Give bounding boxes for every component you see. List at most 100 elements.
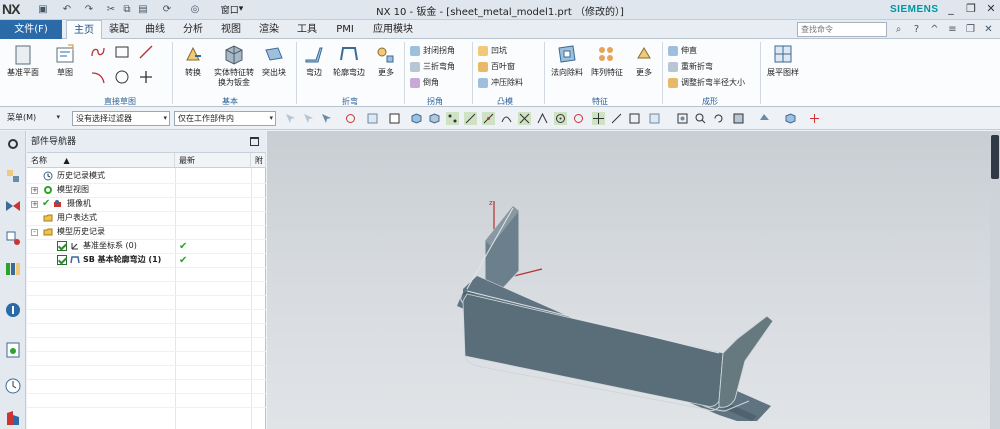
feature-more-button[interactable]: 更多 [630, 42, 658, 78]
tree-row-cameras[interactable]: + ✔ 摄像机 [27, 197, 266, 211]
assembly-navigator-icon[interactable] [4, 167, 22, 185]
display-mode-icon[interactable] [784, 112, 797, 125]
tree-row-model-history[interactable]: - 模型历史记录 [27, 225, 266, 239]
tab-render[interactable]: 渲染 [254, 20, 284, 39]
tree-row-contour-flange[interactable]: SB 基本轮廓弯边 (1) ✔ [27, 253, 266, 267]
sheet-metal-part[interactable]: z [267, 131, 990, 429]
resize-bend-radius-button[interactable]: 调整折弯半径大小 [668, 76, 745, 89]
edit-section-icon[interactable] [808, 112, 821, 125]
select-sheet-icon[interactable] [428, 112, 441, 125]
orient-view-icon[interactable] [732, 112, 745, 125]
select-feature-icon[interactable] [284, 112, 297, 125]
tree-row-history-mode[interactable]: 历史记录模式 [27, 169, 266, 183]
restore-button[interactable]: ❐ [964, 2, 978, 16]
help-icon[interactable]: ? [910, 23, 923, 36]
tree-row-datum-csys[interactable]: 基准坐标系 (0) ✔ [27, 239, 266, 253]
rotate-icon[interactable] [712, 112, 725, 125]
column-attached[interactable]: 附 [251, 153, 266, 168]
roles-icon[interactable] [4, 409, 22, 427]
drawn-cutout-button[interactable]: 冲压除料 [478, 76, 523, 89]
normal-cutout-button[interactable]: 法向除料 [548, 42, 586, 78]
tab-feature-button[interactable]: 突出块 [258, 42, 290, 78]
column-latest[interactable]: 最新 [175, 153, 251, 168]
select-body-icon[interactable] [388, 112, 401, 125]
line-icon[interactable] [138, 44, 154, 60]
menu-button[interactable]: 菜单(M) ▾ [4, 111, 62, 126]
contour-flange-button[interactable]: 轮廓弯边 [330, 42, 368, 78]
resize-grip[interactable] [991, 135, 999, 179]
collapse-ribbon-icon[interactable]: ^ [928, 23, 941, 36]
control-point-icon[interactable] [500, 112, 513, 125]
expand-toggle[interactable]: + [31, 201, 38, 208]
visible-check-icon[interactable]: ✔ [42, 197, 50, 211]
unbend-button[interactable]: 伸直 [668, 44, 697, 57]
fit-view-icon[interactable] [676, 112, 689, 125]
tab-curve[interactable]: 曲线 [140, 20, 170, 39]
file-menu[interactable]: 文件(F) [0, 20, 62, 39]
convert-button[interactable]: 转换 [178, 42, 208, 78]
three-bend-corner-button[interactable]: 三折弯角 [410, 60, 455, 73]
rectangle-icon[interactable] [114, 44, 130, 60]
type-filter-dropdown[interactable]: 没有选择过滤器 ▾ [72, 111, 170, 126]
collapse-toggle[interactable]: - [31, 229, 38, 236]
tree-row-model-views[interactable]: + 模型视图 [27, 183, 266, 197]
tab-analysis[interactable]: 分析 [178, 20, 208, 39]
louver-button[interactable]: 百叶窗 [478, 60, 515, 73]
existing-point-icon[interactable] [592, 112, 605, 125]
part-navigator-icon[interactable] [4, 229, 22, 247]
web-browser-icon[interactable] [4, 341, 22, 359]
feature-checkbox[interactable] [57, 255, 67, 265]
select-faces-icon[interactable] [366, 112, 379, 125]
rebend-button[interactable]: 重新折弯 [668, 60, 713, 73]
tab-view[interactable]: 视图 [216, 20, 246, 39]
settings-gear-icon[interactable] [4, 135, 22, 153]
tab-home[interactable]: 主页 [66, 20, 102, 40]
arc-center-icon[interactable] [536, 112, 549, 125]
feature-checkbox[interactable] [57, 241, 67, 251]
reuse-library-icon[interactable] [4, 259, 22, 277]
ribbon-options-icon[interactable]: ≡ [946, 23, 959, 36]
column-name[interactable]: 名称 ▲ [27, 153, 175, 168]
selection-scope-dropdown[interactable]: 仅在工作部件内 ▾ [174, 111, 276, 126]
deselect-icon[interactable] [302, 112, 315, 125]
tab-applications[interactable]: 应用模块 [368, 20, 418, 39]
doc-restore-icon[interactable]: ❐ [964, 23, 977, 36]
constraint-navigator-icon[interactable] [4, 197, 22, 215]
pattern-feature-button[interactable]: 阵列特征 [588, 42, 626, 78]
minimize-button[interactable]: _ [944, 2, 958, 16]
datum-plane-button[interactable]: 基准平面 [4, 42, 42, 78]
general-select-icon[interactable] [320, 112, 333, 125]
end-point-icon[interactable] [464, 112, 477, 125]
tab-pmi[interactable]: PMI [330, 20, 360, 39]
hd3d-tools-icon[interactable] [4, 301, 22, 319]
quadrant-icon[interactable] [572, 112, 585, 125]
tab-tools[interactable]: 工具 [292, 20, 322, 39]
graphics-window[interactable]: z [267, 131, 990, 429]
doc-close-icon[interactable]: ✕ [982, 23, 995, 36]
snap-point-icon[interactable] [344, 112, 357, 125]
snap-enable-icon[interactable] [446, 112, 459, 125]
point-icon[interactable] [138, 69, 154, 85]
point-on-face-icon[interactable] [628, 112, 641, 125]
arc-icon[interactable] [90, 69, 106, 85]
flange-button[interactable]: 弯边 [300, 42, 328, 78]
maximize-navigator-icon[interactable] [250, 137, 259, 146]
history-icon[interactable] [4, 377, 22, 395]
profile-icon[interactable] [90, 44, 106, 60]
command-finder-input[interactable] [797, 22, 887, 37]
bounded-grid-icon[interactable] [648, 112, 661, 125]
command-finder-search-icon[interactable]: ⌕ [892, 23, 905, 36]
close-button[interactable]: ✕ [984, 2, 998, 16]
flat-pattern-button[interactable]: 展平图样 [764, 42, 802, 78]
sketch-button[interactable]: 草图 [48, 42, 82, 78]
render-style-icon[interactable] [758, 112, 771, 125]
circle-center-icon[interactable] [554, 112, 567, 125]
bend-more-button[interactable]: 更多 [372, 42, 400, 78]
point-on-curve-icon[interactable] [610, 112, 623, 125]
closed-corner-button[interactable]: 封闭拐角 [410, 44, 455, 57]
tab-assemblies[interactable]: 装配 [104, 20, 134, 39]
zoom-icon[interactable] [694, 112, 707, 125]
select-solid-icon[interactable] [410, 112, 423, 125]
intersection-icon[interactable] [518, 112, 531, 125]
expand-toggle[interactable]: + [31, 187, 38, 194]
